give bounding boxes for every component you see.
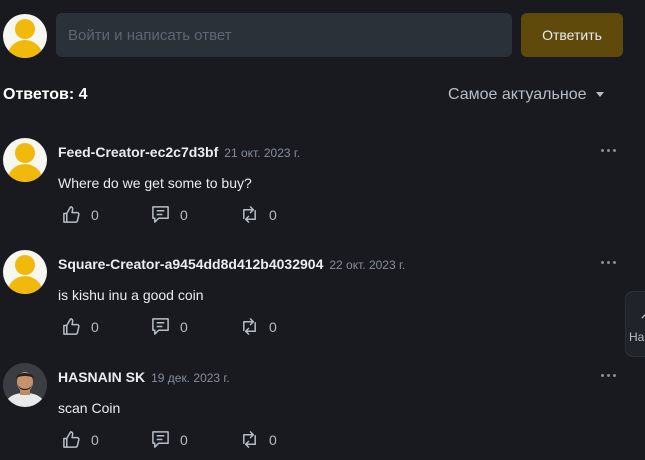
comment-author[interactable]: Square-Creator-a9454dd8d412b4032904	[58, 256, 323, 272]
reply-count-button[interactable]: 0	[151, 205, 188, 224]
comment-date: 22 окт. 2023 г.	[329, 258, 406, 272]
comment-text: is kishu inu a good coin	[58, 287, 204, 303]
like-button[interactable]: 0	[62, 317, 99, 336]
thumbs-up-icon	[63, 206, 80, 223]
repost-icon	[243, 318, 256, 335]
like-button[interactable]: 0	[62, 430, 99, 449]
caret-down-icon	[596, 91, 605, 97]
more-dots-icon[interactable]	[601, 374, 616, 377]
comment-text: Where do we get some to buy?	[58, 175, 252, 191]
repost-button[interactable]: 0	[240, 205, 277, 224]
repost-count: 0	[269, 431, 277, 448]
reply-count: 0	[180, 431, 188, 448]
reply-count-button[interactable]: 0	[151, 430, 188, 449]
comment-item: HASNAIN SK 19 дек. 2023 г. scan Coin 0 0	[0, 363, 645, 460]
avatar[interactable]	[3, 250, 47, 294]
comment-date: 19 дек. 2023 г.	[151, 371, 230, 385]
repost-icon	[243, 431, 256, 448]
thumbs-up-icon	[63, 318, 80, 335]
repost-button[interactable]: 0	[240, 317, 277, 336]
current-user-avatar	[3, 14, 47, 58]
comment-icon	[152, 318, 169, 335]
comment-date: 21 окт. 2023 г.	[224, 146, 301, 160]
sort-label: Самое актуальное	[448, 86, 587, 103]
more-dots-icon[interactable]	[601, 261, 616, 264]
repost-button[interactable]: 0	[240, 430, 277, 449]
comment-icon	[152, 431, 169, 448]
repost-icon	[243, 206, 256, 223]
answers-count: Ответов: 4	[3, 86, 88, 103]
scroll-to-top-label: На	[629, 330, 645, 344]
repost-count: 0	[269, 206, 277, 223]
comment-icon	[152, 206, 169, 223]
avatar[interactable]	[3, 138, 47, 182]
thumbs-up-icon	[63, 431, 80, 448]
reply-count: 0	[180, 206, 188, 223]
like-button[interactable]: 0	[62, 205, 99, 224]
repost-count: 0	[269, 318, 277, 335]
like-count: 0	[91, 431, 99, 448]
comment-author[interactable]: HASNAIN SK	[58, 369, 145, 385]
like-count: 0	[91, 318, 99, 335]
comment-item: Feed-Creator-ec2c7d3bf 21 окт. 2023 г. W…	[0, 138, 645, 250]
comment-author[interactable]: Feed-Creator-ec2c7d3bf	[58, 144, 218, 160]
reply-button[interactable]: Ответить	[521, 13, 623, 57]
sort-dropdown[interactable]: Самое актуальное	[448, 86, 605, 104]
comment-item: Square-Creator-a9454dd8d412b4032904 22 о…	[0, 250, 645, 362]
avatar[interactable]	[3, 363, 47, 407]
comment-text: scan Coin	[58, 400, 121, 416]
reply-count: 0	[180, 318, 188, 335]
arrow-up-icon: ↗	[639, 304, 645, 324]
reply-input[interactable]	[56, 13, 512, 57]
like-count: 0	[91, 206, 99, 223]
reply-composer: Ответить	[0, 0, 645, 70]
scroll-to-top-button[interactable]: ↗ На	[625, 291, 645, 357]
reply-count-button[interactable]: 0	[151, 317, 188, 336]
more-dots-icon[interactable]	[601, 149, 616, 152]
comments-section: Ответить Ответов: 4 Самое актуальное Fee…	[0, 0, 645, 460]
